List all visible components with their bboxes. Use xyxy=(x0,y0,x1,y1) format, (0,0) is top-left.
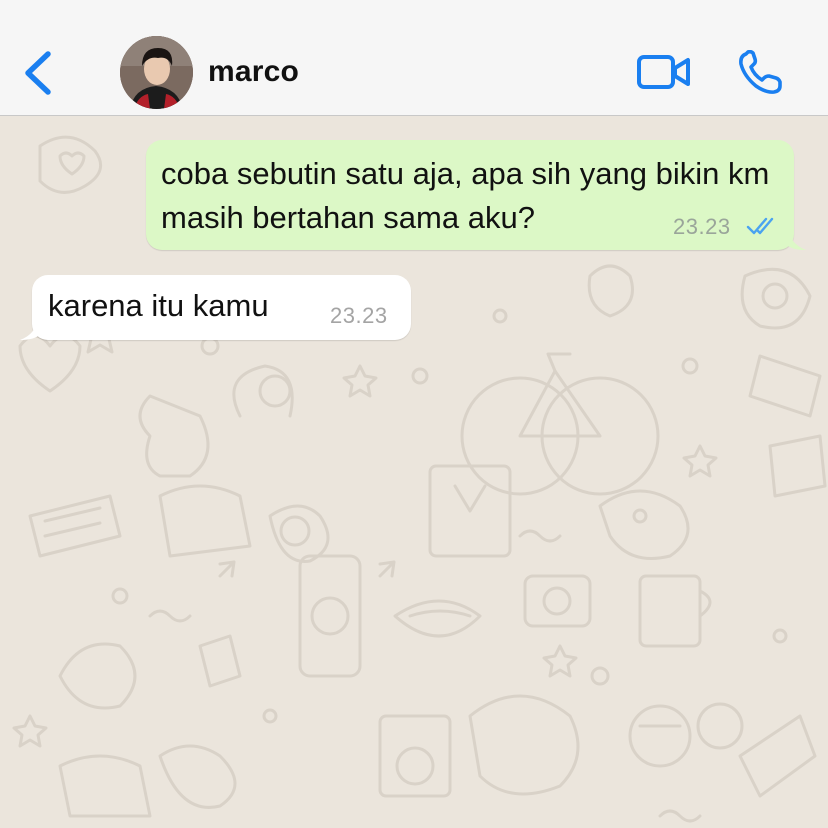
chat-header: marco xyxy=(0,0,828,116)
avatar[interactable] xyxy=(120,36,193,109)
message-time: 23.23 xyxy=(330,303,388,328)
message-time: 23.23 xyxy=(673,214,731,239)
message-text: karena itu kamu xyxy=(48,288,269,323)
phone-call-icon[interactable] xyxy=(736,50,784,96)
bubble-tail xyxy=(788,228,806,250)
read-receipt-icon xyxy=(746,217,774,235)
outgoing-message-bubble[interactable]: coba sebutin satu aja, apa sih yang biki… xyxy=(146,140,806,250)
incoming-message-bubble[interactable]: karena itu kamu 23.23 xyxy=(20,275,411,340)
contact-name[interactable]: marco xyxy=(208,55,299,89)
video-call-icon[interactable] xyxy=(636,52,692,92)
bubble-tail xyxy=(20,318,38,340)
chat-background: coba sebutin satu aja, apa sih yang biki… xyxy=(0,116,828,828)
back-icon[interactable] xyxy=(22,50,56,96)
